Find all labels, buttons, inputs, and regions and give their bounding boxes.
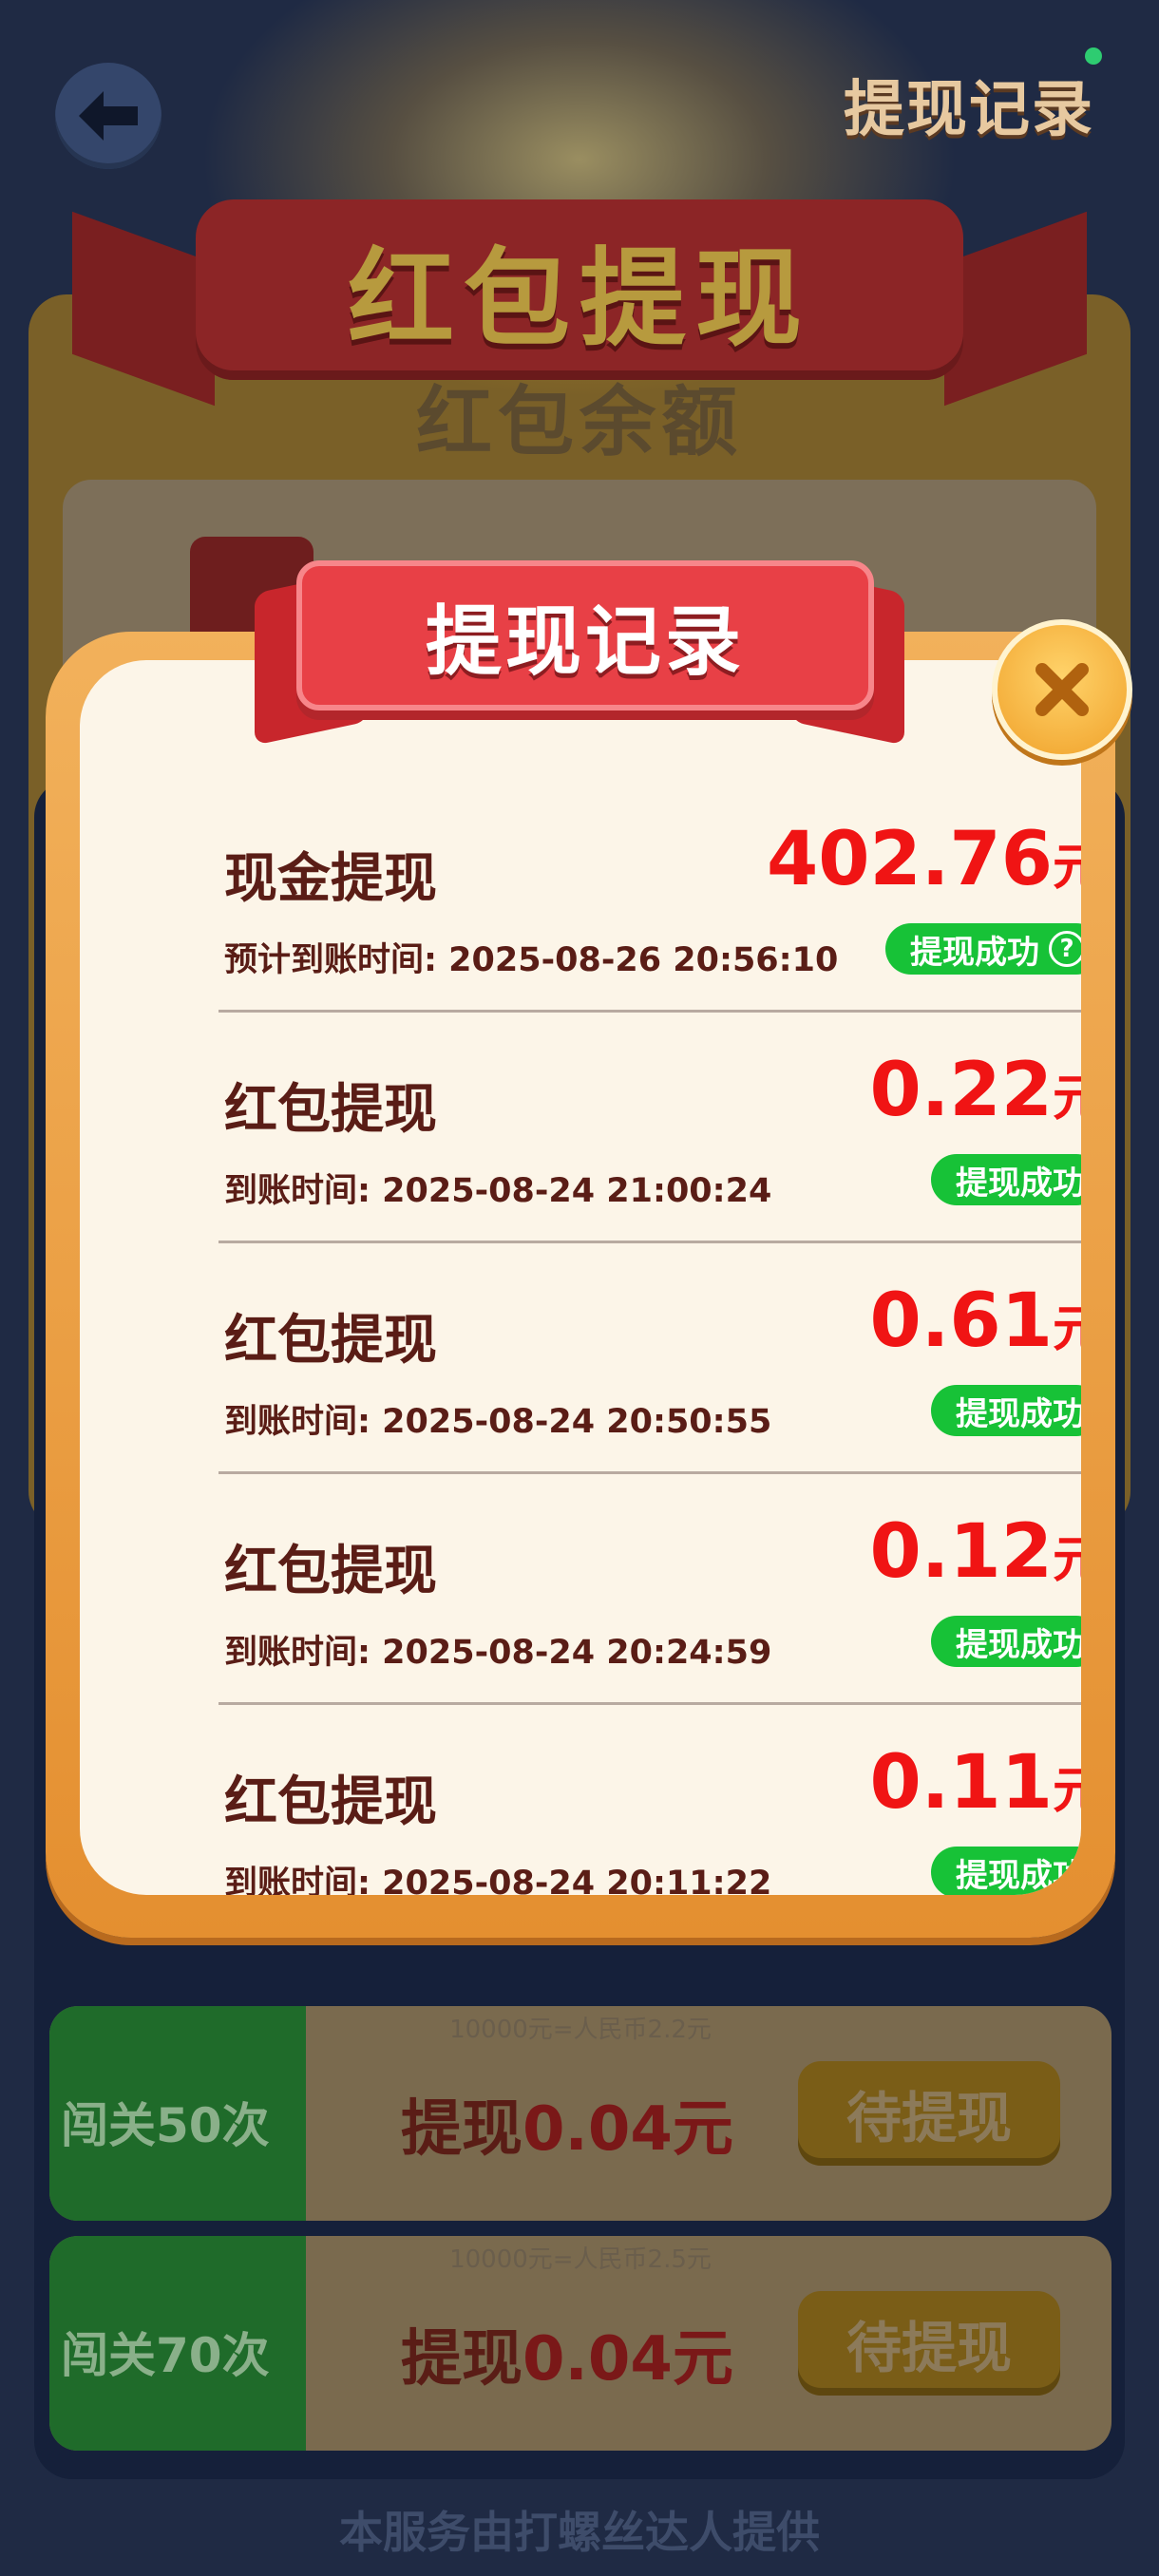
back-button[interactable] <box>55 63 162 169</box>
status-dot <box>1085 47 1102 65</box>
status-label: 提现成功 <box>956 1856 1081 1895</box>
status-badge: 提现成功 <box>931 1154 1081 1205</box>
amount-value: 0.22 <box>869 1048 1053 1133</box>
withdraw-record-modal: 现金提现 402.76元 预计到账时间: 2025-08-26 20:56:10… <box>46 632 1115 1938</box>
record-time: 到账时间: 2025-08-24 21:00:24 <box>224 1172 772 1210</box>
record-amount: 0.12元 <box>870 1509 1081 1595</box>
status-label: 提现成功 <box>956 1625 1081 1664</box>
status-badge: 提现成功 <box>931 1847 1081 1895</box>
withdraw-record-link[interactable]: 提现记录 <box>844 61 1094 148</box>
status-label: 提现成功 <box>956 1394 1081 1433</box>
record-amount: 0.11元 <box>870 1740 1081 1826</box>
exchange-rate: 10000元=人民币2.2元 <box>449 2016 712 2044</box>
amount-unit: 元 <box>1052 1763 1081 1820</box>
divider <box>218 1241 1081 1243</box>
record-time: 到账时间: 2025-08-24 20:11:22 <box>224 1865 772 1895</box>
modal-title: 提现记录 <box>426 597 745 686</box>
divider <box>218 1010 1081 1013</box>
status-badge[interactable]: 提现成功? <box>885 923 1081 975</box>
record-amount: 0.22元 <box>870 1048 1081 1133</box>
record-title: 红包提现 <box>224 1310 437 1372</box>
record-time: 到账时间: 2025-08-24 20:50:55 <box>224 1403 772 1441</box>
record-title: 现金提现 <box>224 848 437 910</box>
close-button[interactable] <box>992 619 1132 760</box>
amount-prefix: 提现 <box>401 2094 522 2165</box>
record-title: 红包提现 <box>224 1079 437 1141</box>
record-title: 红包提现 <box>224 1771 437 1833</box>
pending-withdraw-button[interactable]: 待提现 <box>798 2291 1060 2396</box>
balance-title: 红包余额 <box>416 378 743 466</box>
footer-text: 本服务由打螺丝达人提供 <box>339 2507 820 2558</box>
task-label: 闯关50次 <box>61 2098 270 2153</box>
close-icon <box>1036 663 1089 716</box>
exchange-rate: 10000元=人民币2.5元 <box>449 2245 712 2274</box>
modal-content: 现金提现 402.76元 预计到账时间: 2025-08-26 20:56:10… <box>80 660 1081 1895</box>
status-badge: 提现成功 <box>931 1385 1081 1436</box>
amount-unit: 元 <box>1052 1301 1081 1358</box>
amount-value: 402.76 <box>766 817 1053 902</box>
title-plate: 提现记录 <box>296 560 874 710</box>
question-circle-icon[interactable]: ? <box>1049 931 1081 967</box>
amount-value: 0.04元 <box>522 2324 733 2395</box>
record-title: 红包提现 <box>224 1541 437 1602</box>
pending-withdraw-button[interactable]: 待提现 <box>798 2061 1060 2166</box>
amount-unit: 元 <box>1052 1070 1081 1127</box>
arrow-left-icon <box>79 91 138 141</box>
record-amount: 402.76元 <box>767 817 1081 902</box>
amount-value: 0.11 <box>869 1740 1053 1826</box>
modal-title-banner: 提现记录 <box>255 560 904 746</box>
record-amount: 0.61元 <box>870 1279 1081 1364</box>
amount-value: 0.12 <box>869 1509 1053 1595</box>
amount-unit: 元 <box>1052 840 1081 897</box>
amount-value: 0.61 <box>869 1279 1053 1364</box>
status-label: 提现成功 <box>910 933 1039 972</box>
divider <box>218 1702 1081 1705</box>
task-row: 闯关70次 10000元=人民币2.5元 提现0.04元 待提现 <box>49 2236 1112 2451</box>
title-plate: 红包提现 <box>196 199 963 380</box>
record-time: 预计到账时间: 2025-08-26 20:56:10 <box>224 941 839 979</box>
task-amount: 提现0.04元 <box>401 2080 733 2168</box>
amount-unit: 元 <box>1052 1532 1081 1589</box>
status-badge: 提现成功 <box>931 1616 1081 1667</box>
page-title: 红包提现 <box>348 237 811 361</box>
divider <box>218 1471 1081 1474</box>
amount-value: 0.04元 <box>522 2094 733 2165</box>
task-row: 闯关50次 10000元=人民币2.2元 提现0.04元 待提现 <box>49 2006 1112 2221</box>
status-label: 提现成功 <box>956 1164 1081 1203</box>
amount-prefix: 提现 <box>401 2324 522 2395</box>
task-amount: 提现0.04元 <box>401 2310 733 2397</box>
record-time: 到账时间: 2025-08-24 20:24:59 <box>224 1634 772 1672</box>
task-label: 闯关70次 <box>61 2328 270 2383</box>
